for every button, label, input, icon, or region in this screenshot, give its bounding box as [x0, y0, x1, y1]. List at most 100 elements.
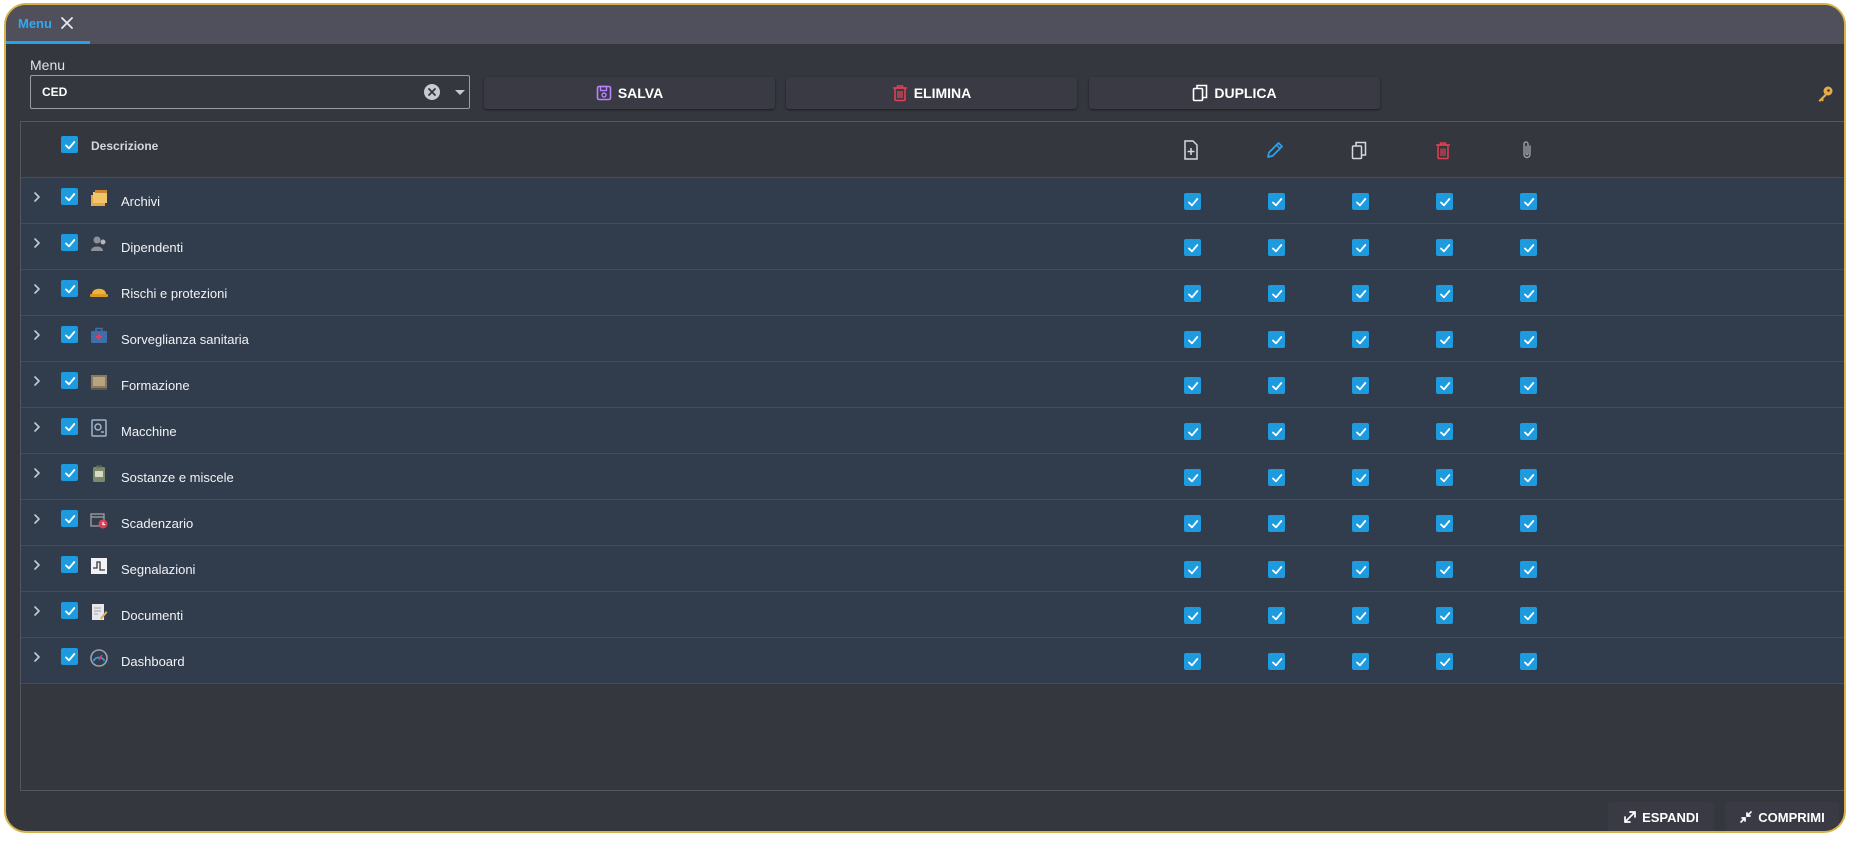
collapse-button[interactable]: COMPRIMI [1725, 802, 1839, 831]
permission-edit-checkbox[interactable] [1268, 469, 1285, 486]
chevron-right-icon[interactable] [31, 282, 43, 294]
table-row[interactable]: Rischi e protezioni [21, 270, 1844, 316]
table-row[interactable]: Archivi [21, 178, 1844, 224]
permission-copy-checkbox[interactable] [1352, 607, 1369, 624]
row-select-checkbox[interactable] [61, 188, 78, 205]
chevron-right-icon[interactable] [31, 466, 43, 478]
chevron-right-icon[interactable] [31, 190, 43, 202]
permission-edit-checkbox[interactable] [1268, 239, 1285, 256]
table-row[interactable]: Documenti [21, 592, 1844, 638]
expand-button[interactable]: ESPANDI [1608, 802, 1714, 831]
permission-copy-checkbox[interactable] [1352, 469, 1369, 486]
permission-new-checkbox[interactable] [1184, 239, 1201, 256]
permission-delete-checkbox[interactable] [1436, 331, 1453, 348]
permission-edit-checkbox[interactable] [1268, 561, 1285, 578]
permission-attach-checkbox[interactable] [1520, 515, 1537, 532]
save-button[interactable]: SALVA [484, 77, 775, 109]
table-row[interactable]: Segnalazioni [21, 546, 1844, 592]
permission-attach-checkbox[interactable] [1520, 469, 1537, 486]
permission-attach-checkbox[interactable] [1520, 653, 1537, 670]
permission-delete-checkbox[interactable] [1436, 561, 1453, 578]
permission-delete-checkbox[interactable] [1436, 239, 1453, 256]
permission-edit-checkbox[interactable] [1268, 607, 1285, 624]
permission-copy-checkbox[interactable] [1352, 515, 1369, 532]
permission-edit-checkbox[interactable] [1268, 193, 1285, 210]
permission-edit-checkbox[interactable] [1268, 653, 1285, 670]
chevron-right-icon[interactable] [31, 374, 43, 386]
row-select-checkbox[interactable] [61, 234, 78, 251]
permission-copy-checkbox[interactable] [1352, 193, 1369, 210]
permission-new-checkbox[interactable] [1184, 469, 1201, 486]
chevron-right-icon[interactable] [31, 236, 43, 248]
select-all-checkbox[interactable] [61, 136, 78, 153]
table-row[interactable]: Formazione [21, 362, 1844, 408]
permission-edit-checkbox[interactable] [1268, 285, 1285, 302]
permission-new-checkbox[interactable] [1184, 515, 1201, 532]
permission-attach-checkbox[interactable] [1520, 193, 1537, 210]
chevron-right-icon[interactable] [31, 420, 43, 432]
chevron-right-icon[interactable] [31, 558, 43, 570]
permission-delete-checkbox[interactable] [1436, 515, 1453, 532]
close-icon[interactable] [60, 16, 74, 30]
permission-attach-checkbox[interactable] [1520, 331, 1537, 348]
permission-attach-checkbox[interactable] [1520, 285, 1537, 302]
permission-new-checkbox[interactable] [1184, 331, 1201, 348]
permission-copy-checkbox[interactable] [1352, 377, 1369, 394]
permission-attach-checkbox[interactable] [1520, 423, 1537, 440]
column-header-description[interactable]: Descrizione [91, 139, 158, 153]
permission-new-checkbox[interactable] [1184, 607, 1201, 624]
table-row[interactable]: Macchine [21, 408, 1844, 454]
permission-delete-checkbox[interactable] [1436, 469, 1453, 486]
tab-menu[interactable]: Menu [6, 5, 90, 44]
row-select-checkbox[interactable] [61, 418, 78, 435]
permission-delete-checkbox[interactable] [1436, 607, 1453, 624]
permission-delete-checkbox[interactable] [1436, 653, 1453, 670]
permission-new-checkbox[interactable] [1184, 423, 1201, 440]
permission-new-checkbox[interactable] [1184, 285, 1201, 302]
chevron-right-icon[interactable] [31, 650, 43, 662]
permission-edit-checkbox[interactable] [1268, 377, 1285, 394]
table-row[interactable]: Sorveglianza sanitaria [21, 316, 1844, 362]
menu-select[interactable]: CED [30, 75, 470, 109]
table-row[interactable]: Dipendenti [21, 224, 1844, 270]
permission-copy-checkbox[interactable] [1352, 423, 1369, 440]
permission-copy-checkbox[interactable] [1352, 561, 1369, 578]
row-select-checkbox[interactable] [61, 648, 78, 665]
chevron-right-icon[interactable] [31, 328, 43, 340]
permission-new-checkbox[interactable] [1184, 561, 1201, 578]
permission-new-checkbox[interactable] [1184, 193, 1201, 210]
key-icon[interactable] [1816, 85, 1834, 108]
permission-edit-checkbox[interactable] [1268, 331, 1285, 348]
permission-delete-checkbox[interactable] [1436, 285, 1453, 302]
delete-button[interactable]: ELIMINA [786, 77, 1077, 109]
table-row[interactable]: Scadenzario [21, 500, 1844, 546]
permission-attach-checkbox[interactable] [1520, 239, 1537, 256]
permission-new-checkbox[interactable] [1184, 653, 1201, 670]
row-select-checkbox[interactable] [61, 464, 78, 481]
permission-delete-checkbox[interactable] [1436, 377, 1453, 394]
permission-delete-checkbox[interactable] [1436, 423, 1453, 440]
duplicate-button[interactable]: DUPLICA [1089, 77, 1380, 109]
permission-edit-checkbox[interactable] [1268, 423, 1285, 440]
row-select-checkbox[interactable] [61, 556, 78, 573]
table-row[interactable]: Sostanze e miscele [21, 454, 1844, 500]
chevron-right-icon[interactable] [31, 604, 43, 616]
row-select-checkbox[interactable] [61, 326, 78, 343]
row-select-checkbox[interactable] [61, 280, 78, 297]
permission-copy-checkbox[interactable] [1352, 653, 1369, 670]
permission-delete-checkbox[interactable] [1436, 193, 1453, 210]
permission-attach-checkbox[interactable] [1520, 377, 1537, 394]
row-select-checkbox[interactable] [61, 372, 78, 389]
permission-copy-checkbox[interactable] [1352, 239, 1369, 256]
permission-copy-checkbox[interactable] [1352, 285, 1369, 302]
table-row[interactable]: Dashboard [21, 638, 1844, 684]
clear-icon[interactable] [424, 84, 440, 100]
permission-new-checkbox[interactable] [1184, 377, 1201, 394]
row-select-checkbox[interactable] [61, 510, 78, 527]
permission-attach-checkbox[interactable] [1520, 607, 1537, 624]
permission-edit-checkbox[interactable] [1268, 515, 1285, 532]
permission-attach-checkbox[interactable] [1520, 561, 1537, 578]
row-select-checkbox[interactable] [61, 602, 78, 619]
chevron-down-icon[interactable] [455, 90, 465, 95]
permission-copy-checkbox[interactable] [1352, 331, 1369, 348]
